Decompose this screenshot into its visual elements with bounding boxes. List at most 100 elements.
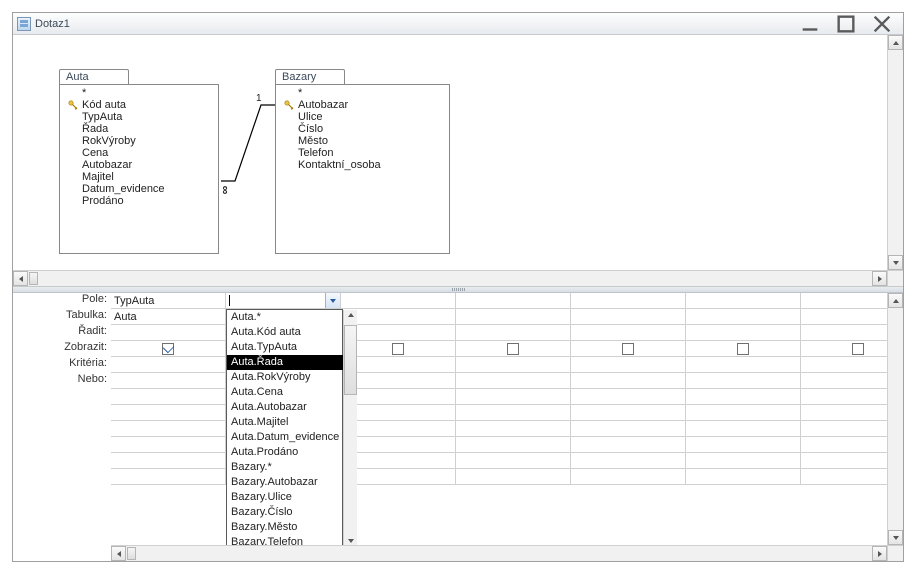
table-title-bazary[interactable]: Bazary [275, 69, 345, 84]
scroll-left-icon[interactable] [111, 546, 126, 561]
table-box-bazary[interactable]: Bazary * Autobazar Ulice Číslo Město Tel… [275, 69, 450, 254]
grid-cell[interactable] [801, 325, 887, 341]
grid-cell[interactable] [686, 469, 801, 485]
grid-cell[interactable] [686, 325, 801, 341]
scroll-down-icon[interactable] [347, 536, 355, 545]
field-label[interactable]: Datum_evidence [64, 183, 214, 195]
grid-cell[interactable] [686, 389, 801, 405]
table-title-auta[interactable]: Auta [59, 69, 129, 84]
dropdown-item[interactable]: Bazary.* [227, 460, 343, 475]
grid-cell[interactable] [341, 325, 456, 341]
grid-cell[interactable] [686, 405, 801, 421]
grid-cell[interactable] [111, 357, 226, 373]
dropdown-item[interactable]: Auta.Autobazar [227, 400, 343, 415]
grid-cell[interactable] [456, 373, 571, 389]
grid-cell[interactable] [686, 437, 801, 453]
grid-cell[interactable] [456, 357, 571, 373]
table-star[interactable]: * [280, 87, 445, 99]
grid-cell[interactable] [571, 341, 686, 357]
field-label[interactable]: Město [280, 135, 445, 147]
relationship-line[interactable] [221, 103, 275, 191]
grid-cell[interactable] [111, 437, 226, 453]
scroll-thumb[interactable] [29, 272, 38, 285]
minimize-button[interactable] [799, 17, 821, 31]
table-key-field[interactable]: Kód auta [64, 99, 214, 111]
dropdown-item[interactable]: Auta.RokVýroby [227, 370, 343, 385]
dropdown-item[interactable]: Bazary.Číslo [227, 505, 343, 520]
grid-cell[interactable] [341, 357, 456, 373]
grid-cell[interactable] [801, 293, 887, 309]
scroll-thumb[interactable] [127, 547, 136, 560]
show-checkbox[interactable] [507, 343, 519, 355]
grid-cell[interactable] [801, 389, 887, 405]
field-label[interactable]: Telefon [280, 147, 445, 159]
field-label[interactable]: Číslo [280, 123, 445, 135]
show-checkbox[interactable] [162, 343, 174, 355]
grid-cell[interactable] [571, 405, 686, 421]
grid-cell[interactable] [341, 469, 456, 485]
grid-cell[interactable] [341, 341, 456, 357]
grid-cell[interactable] [801, 309, 887, 325]
grid-cell[interactable] [341, 437, 456, 453]
dropdown-item[interactable]: Auta.Kód auta [227, 325, 343, 340]
grid-cell[interactable]: Auta [111, 309, 226, 325]
maximize-button[interactable] [835, 17, 857, 31]
grid-cell[interactable] [801, 437, 887, 453]
table-key-field[interactable]: Autobazar [280, 99, 445, 111]
grid-cell[interactable]: TypAuta [111, 293, 226, 309]
grid-cell[interactable] [111, 421, 226, 437]
grid-cell[interactable] [801, 405, 887, 421]
grid-cell[interactable] [801, 469, 887, 485]
table-box-auta[interactable]: Auta * Kód auta TypAuta Řada RokVýroby C… [59, 69, 219, 254]
dropdown-item[interactable]: Auta.Cena [227, 385, 343, 400]
grid-cell[interactable] [456, 437, 571, 453]
grid-cell[interactable] [456, 389, 571, 405]
dropdown-item[interactable]: Auta.* [227, 310, 343, 325]
grid-cell[interactable] [111, 341, 226, 357]
dropdown-item[interactable]: Auta.TypAuta [227, 340, 343, 355]
field-label[interactable]: Řada [64, 123, 214, 135]
show-checkbox[interactable] [852, 343, 864, 355]
scroll-up-icon[interactable] [888, 35, 903, 50]
scroll-up-icon[interactable] [347, 310, 355, 324]
grid-cell[interactable] [341, 309, 456, 325]
field-label[interactable]: Kontaktní_osoba [280, 159, 445, 171]
grid-cell[interactable] [571, 469, 686, 485]
dropdown-item[interactable]: Auta.Majitel [227, 415, 343, 430]
field-dropdown[interactable]: Auta.*Auta.Kód autaAuta.TypAutaAuta.Řada… [226, 309, 343, 545]
dropdown-item[interactable]: Auta.Datum_evidence [227, 430, 343, 445]
grid-cell[interactable] [571, 389, 686, 405]
lower-vertical-scrollbar[interactable] [887, 293, 903, 545]
grid-cell[interactable] [801, 453, 887, 469]
scroll-right-icon[interactable] [872, 546, 887, 561]
scroll-up-icon[interactable] [888, 293, 903, 308]
dropdown-item[interactable]: Auta.Prodáno [227, 445, 343, 460]
upper-vertical-scrollbar[interactable] [887, 35, 903, 270]
grid-cell[interactable] [571, 373, 686, 389]
grid-cell[interactable] [456, 293, 571, 309]
grid-cell[interactable] [686, 421, 801, 437]
scroll-down-icon[interactable] [888, 255, 903, 270]
scroll-thumb[interactable] [344, 325, 357, 395]
table-star[interactable]: * [64, 87, 214, 99]
grid-cell[interactable] [456, 421, 571, 437]
grid-cell[interactable] [686, 341, 801, 357]
grid-cell[interactable] [341, 293, 456, 309]
grid-cell[interactable] [456, 453, 571, 469]
grid-cell[interactable] [456, 405, 571, 421]
grid-cell[interactable] [341, 421, 456, 437]
grid-cell[interactable] [341, 453, 456, 469]
grid-cell[interactable] [801, 341, 887, 357]
grid-cell[interactable] [686, 309, 801, 325]
grid-cell[interactable] [686, 357, 801, 373]
dropdown-item[interactable]: Bazary.Ulice [227, 490, 343, 505]
grid-cell[interactable] [801, 421, 887, 437]
grid-cell[interactable] [341, 405, 456, 421]
field-label[interactable]: Autobazar [64, 159, 214, 171]
field-label[interactable]: Ulice [280, 111, 445, 123]
grid-cell[interactable] [571, 293, 686, 309]
grid-cell[interactable] [226, 293, 341, 309]
grid-cell[interactable] [456, 341, 571, 357]
grid-cell[interactable] [571, 453, 686, 469]
grid-cell[interactable] [801, 373, 887, 389]
